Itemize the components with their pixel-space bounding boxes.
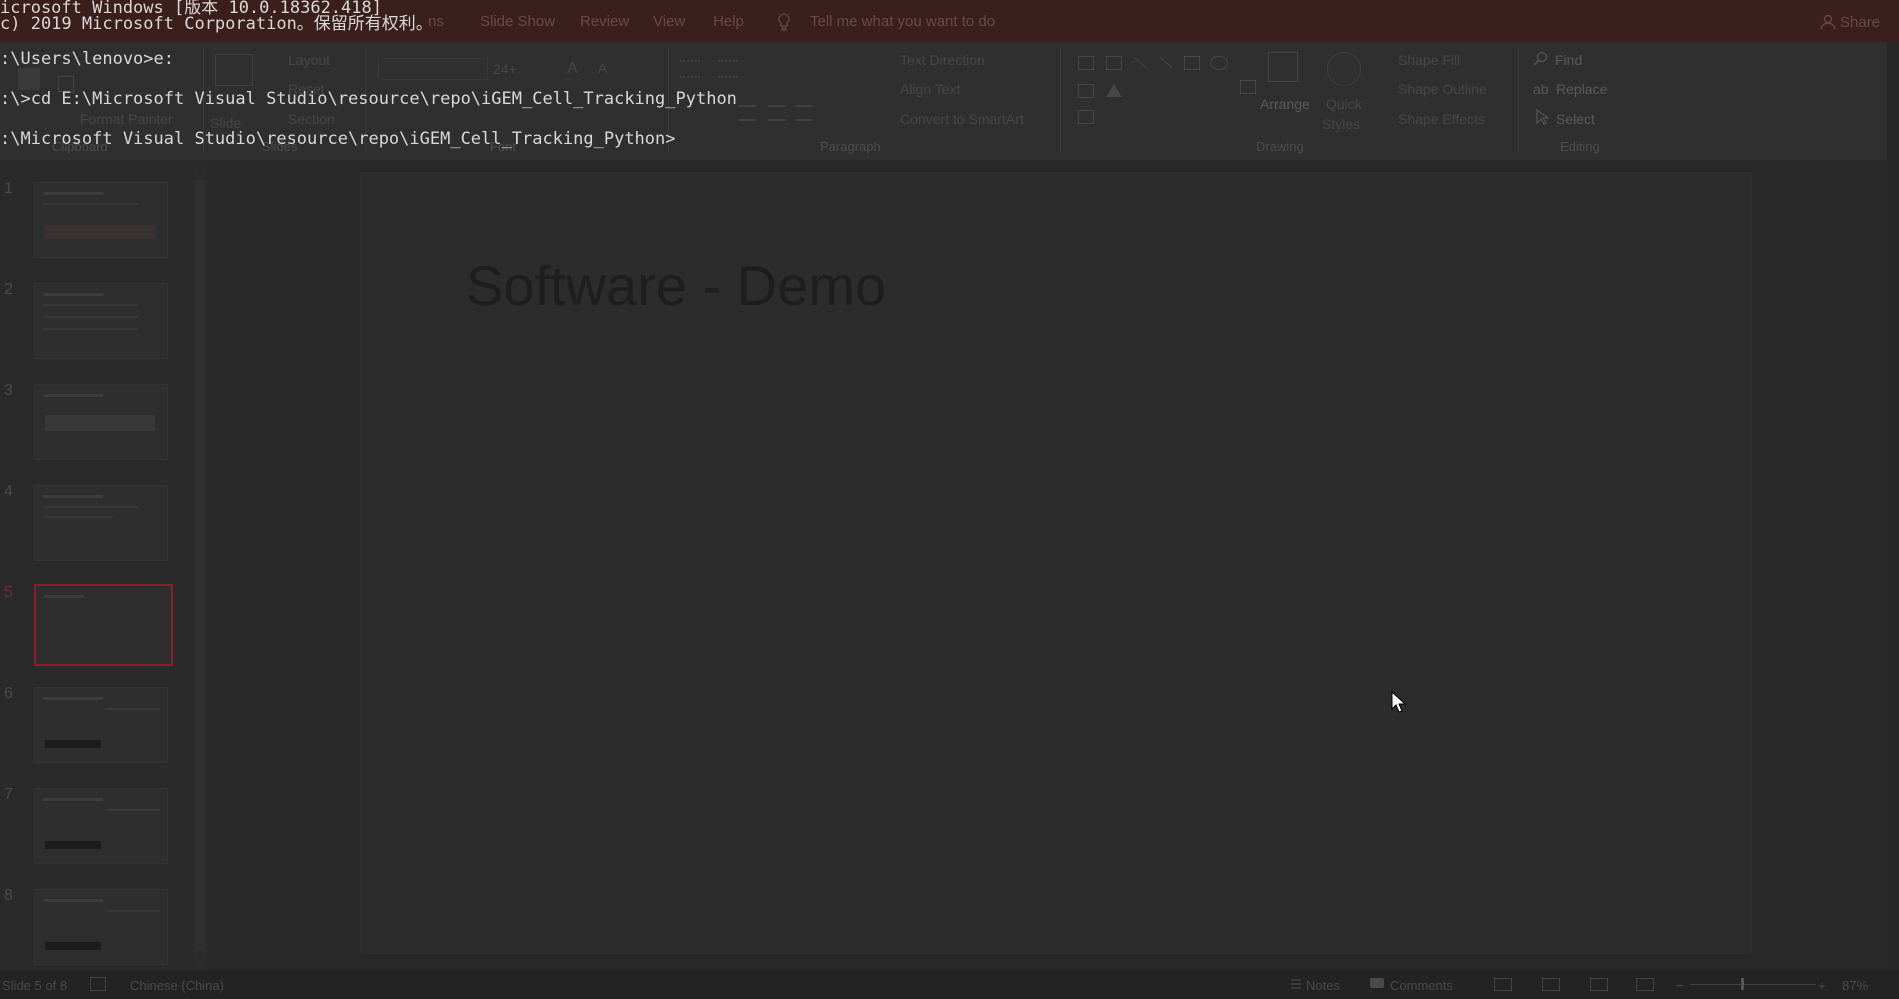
- zoom-level[interactable]: 87%: [1842, 978, 1868, 993]
- select-button[interactable]: Select: [1556, 111, 1595, 127]
- thumbnail-number: 3: [4, 382, 13, 399]
- quick-styles-button-line2: Styles: [1322, 116, 1361, 132]
- shape-outline-button[interactable]: Shape Outline: [1398, 81, 1487, 97]
- slide-sorter-icon[interactable]: [1542, 978, 1560, 991]
- mouse-pointer-icon: [1391, 691, 1407, 713]
- notes-button[interactable]: Notes: [1306, 978, 1340, 993]
- find-button[interactable]: Find: [1555, 52, 1582, 68]
- align-left-icon[interactable]: [738, 105, 756, 121]
- shape-fill-button[interactable]: Shape Fill: [1398, 52, 1460, 68]
- drawing-group-label: Drawing: [1256, 139, 1304, 154]
- normal-view-icon[interactable]: [1494, 978, 1512, 991]
- thumbnail-number: 1: [4, 180, 13, 197]
- lightbulb-icon: [778, 13, 790, 31]
- shape-textbox-icon[interactable]: [1078, 56, 1094, 70]
- ribbon-separator: [1518, 48, 1519, 152]
- arrange-button[interactable]: Arrange: [1260, 96, 1310, 112]
- shape-rounded-rect-icon[interactable]: [1078, 84, 1094, 98]
- thumbnail-number: 6: [4, 685, 13, 702]
- thumbnail-number: 8: [4, 887, 13, 904]
- tab-slide-show[interactable]: Slide Show: [480, 13, 555, 30]
- zoom-slider-thumb[interactable]: [1741, 978, 1744, 990]
- comments-icon: [1370, 978, 1384, 988]
- share-button[interactable]: Share: [1840, 14, 1880, 31]
- shape-triangle-icon[interactable]: [1106, 84, 1122, 97]
- new-slide-icon[interactable]: [215, 54, 253, 86]
- thumbnail-scroll-thumb[interactable]: [195, 180, 205, 950]
- language-indicator[interactable]: Chinese (China): [130, 978, 224, 993]
- editor-scrollbar[interactable]: [1887, 42, 1899, 970]
- zoom-in-icon[interactable]: +: [1818, 978, 1826, 993]
- thumbnail-number: 7: [4, 786, 13, 803]
- shape-effects-button[interactable]: Shape Effects: [1398, 111, 1485, 127]
- paragraph-group-label: Paragraph: [820, 139, 881, 154]
- slide-title[interactable]: Software - Demo: [466, 253, 886, 318]
- tell-me-search[interactable]: Tell me what you want to do: [810, 13, 995, 30]
- layout-button[interactable]: Layout: [288, 52, 330, 68]
- numbering-icon[interactable]: [718, 60, 738, 78]
- slide-thumbnail[interactable]: [34, 788, 168, 864]
- paste-icon[interactable]: [18, 68, 40, 90]
- notes-icon: [1291, 979, 1301, 989]
- convert-smartart-button[interactable]: Convert to SmartArt: [900, 111, 1024, 127]
- zoom-slider[interactable]: [1690, 984, 1816, 985]
- grow-font-icon[interactable]: A: [567, 60, 578, 78]
- font-name-dropdown[interactable]: [378, 58, 488, 80]
- slide-thumbnail[interactable]: [34, 182, 168, 258]
- align-right-icon[interactable]: [795, 105, 813, 121]
- slide-thumbnail-selected[interactable]: [34, 584, 173, 666]
- editing-group-label: Editing: [1560, 139, 1600, 154]
- text-direction-button[interactable]: Text Direction: [900, 52, 985, 68]
- console-line: :\>cd E:\Microsoft Visual Studio\resourc…: [0, 89, 737, 109]
- shape-vertical-textbox-icon[interactable]: [1106, 56, 1122, 70]
- spellcheck-icon[interactable]: [90, 977, 106, 991]
- format-painter-button[interactable]: Format Painter: [80, 111, 173, 127]
- bullets-icon[interactable]: [680, 60, 700, 78]
- tab-help[interactable]: Help: [713, 13, 744, 30]
- slide-thumbnail[interactable]: [34, 687, 168, 763]
- find-icon: [1533, 51, 1548, 66]
- align-center-icon[interactable]: [768, 105, 786, 121]
- quick-styles-button[interactable]: Quick: [1326, 96, 1362, 112]
- reading-view-icon[interactable]: [1590, 978, 1608, 991]
- select-pointer-icon: [1536, 109, 1549, 125]
- console-line: c) 2019 Microsoft Corporation。保留所有权利。: [0, 14, 433, 34]
- quick-styles-icon[interactable]: [1327, 52, 1361, 86]
- align-text-button[interactable]: Align Text: [900, 81, 960, 97]
- thumbnail-number: 4: [4, 483, 13, 500]
- font-size-dropdown[interactable]: 24+: [493, 61, 517, 77]
- shape-rectangle-icon[interactable]: [1184, 56, 1200, 70]
- status-bar: Slide 5 of 8 Chinese (China) Notes Comme…: [0, 970, 1899, 999]
- slide-counter: Slide 5 of 8: [2, 978, 68, 993]
- shape-oval-icon[interactable]: [1210, 56, 1228, 70]
- replace-icon: ab: [1533, 81, 1549, 97]
- shape-freeform-icon[interactable]: [1078, 110, 1094, 124]
- comments-button[interactable]: Comments: [1390, 978, 1453, 993]
- shapes-more-icon[interactable]: [1240, 80, 1256, 94]
- arrange-icon[interactable]: [1268, 52, 1298, 82]
- ribbon-separator: [1060, 48, 1061, 152]
- slide-thumbnail[interactable]: [34, 283, 168, 359]
- console-prompt[interactable]: :\Microsoft Visual Studio\resource\repo\…: [0, 129, 676, 149]
- shrink-font-icon[interactable]: A: [598, 60, 607, 76]
- slide-thumbnail[interactable]: [34, 384, 168, 460]
- share-person-icon: [1820, 14, 1836, 30]
- tab-view[interactable]: View: [653, 13, 685, 30]
- thumbnail-number: 2: [4, 281, 13, 298]
- replace-button[interactable]: Replace: [1556, 81, 1607, 97]
- slideshow-view-icon[interactable]: [1636, 978, 1654, 991]
- console-line: :\Users\lenovo>e:: [0, 49, 174, 69]
- section-button[interactable]: Section: [288, 111, 335, 127]
- slide-thumbnail[interactable]: [34, 485, 168, 561]
- tab-review[interactable]: Review: [580, 13, 629, 30]
- zoom-out-icon[interactable]: −: [1676, 978, 1684, 993]
- slide-thumbnail[interactable]: [34, 889, 168, 965]
- thumbnail-number-selected: 5: [4, 584, 13, 601]
